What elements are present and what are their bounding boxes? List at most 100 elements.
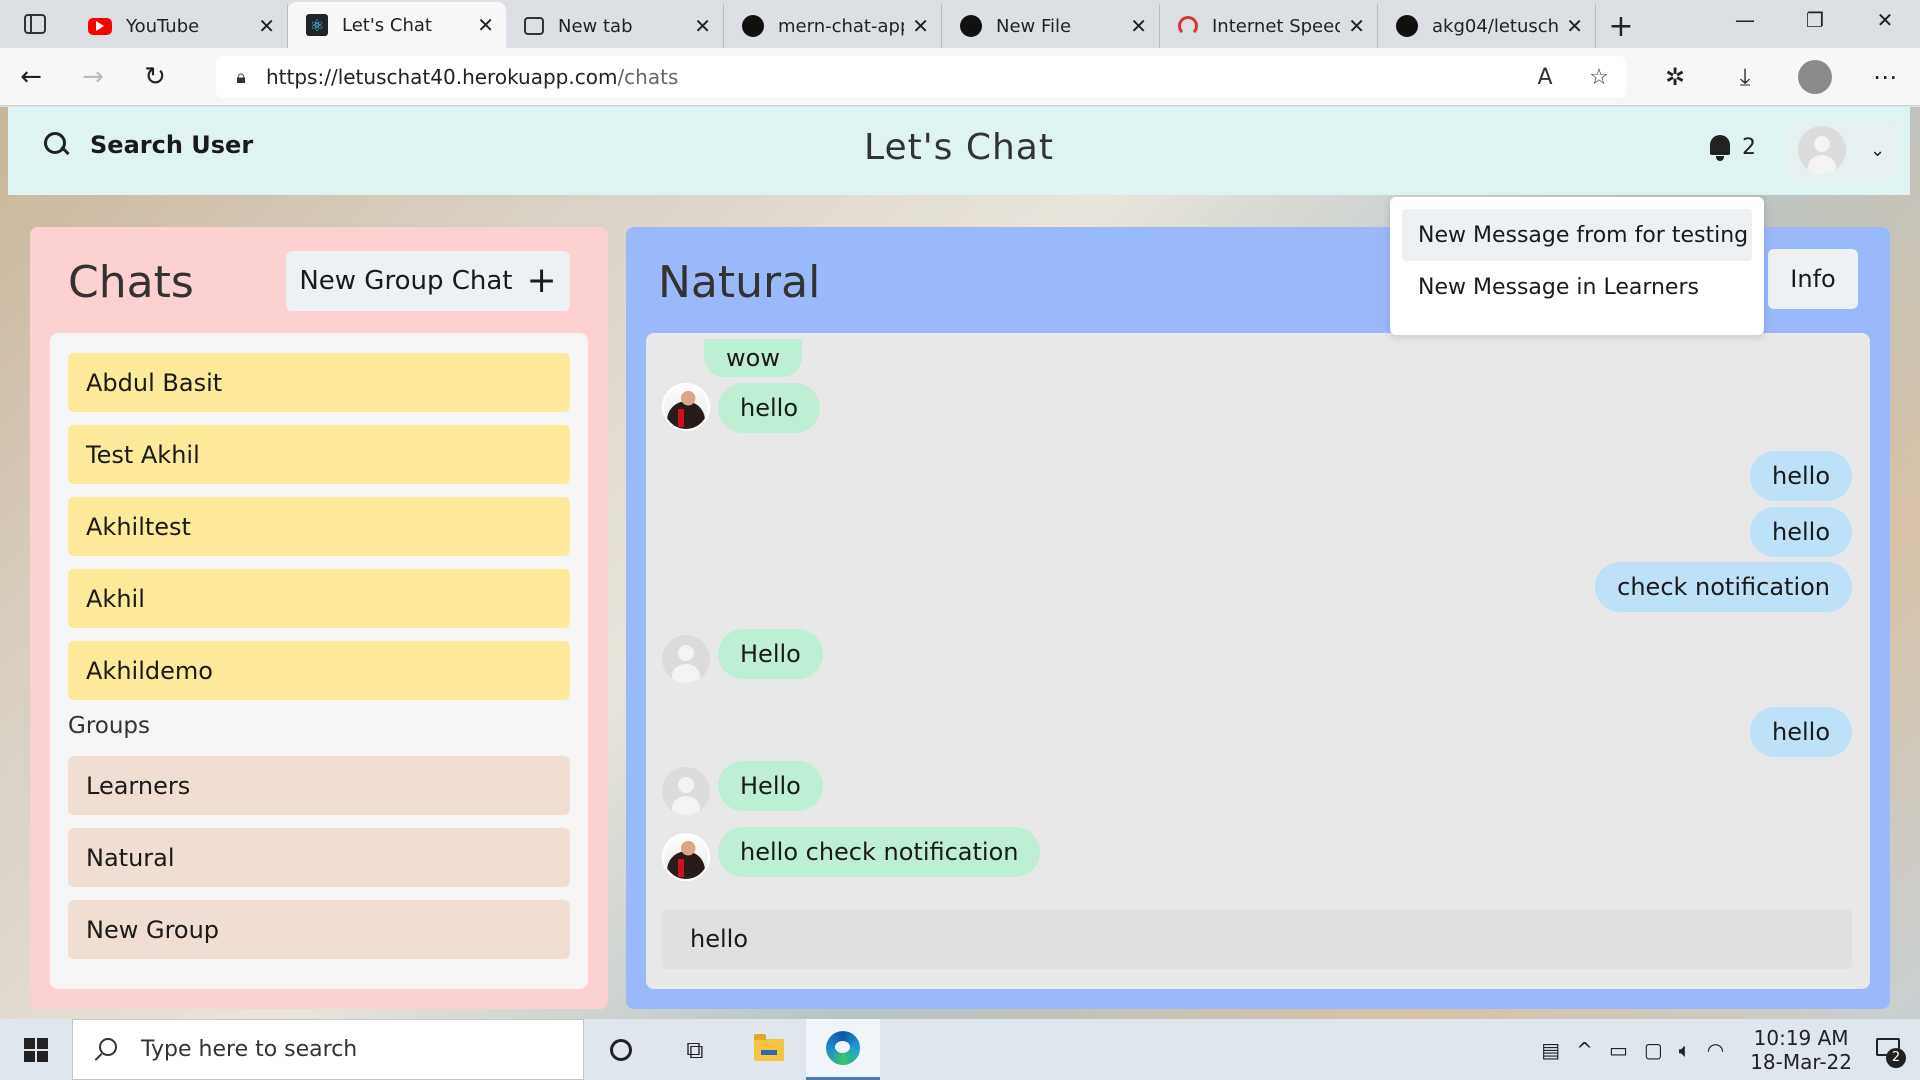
tab-new-file[interactable]: New File ✕ bbox=[942, 4, 1160, 48]
forward-button[interactable]: → bbox=[62, 48, 124, 106]
message-bubble-incoming: hello bbox=[718, 383, 820, 433]
back-button[interactable]: ← bbox=[0, 48, 62, 106]
edge-button[interactable] bbox=[806, 1019, 880, 1080]
tab-akg04-repo[interactable]: akg04/letuscha ✕ bbox=[1378, 4, 1596, 48]
url-text[interactable]: https://letuschat40.herokuapp.com/chats bbox=[266, 65, 1518, 89]
close-icon[interactable]: ✕ bbox=[1566, 14, 1583, 38]
github-icon bbox=[1396, 15, 1418, 37]
tab-mern-chat-app[interactable]: mern-chat-app ✕ bbox=[724, 4, 942, 48]
meet-now-icon[interactable]: ▢ bbox=[1636, 1038, 1671, 1062]
tab-title: akg04/letuscha bbox=[1432, 15, 1559, 37]
task-view-button[interactable]: ⧉ bbox=[658, 1019, 732, 1080]
tab-title: YouTube bbox=[126, 15, 200, 37]
chat-item-group[interactable]: Learners bbox=[68, 756, 570, 815]
tab-title: Let's Chat bbox=[342, 14, 432, 36]
chat-item-user[interactable]: Akhiltest bbox=[68, 497, 570, 556]
message-bubble-outgoing: hello bbox=[1750, 451, 1852, 501]
chat-item-user[interactable]: Abdul Basit bbox=[68, 353, 570, 412]
new-tab-button[interactable]: + bbox=[1596, 4, 1646, 48]
chat-list[interactable]: Abdul Basit Test Akhil Akhiltest Akhil A… bbox=[50, 333, 588, 989]
more-menu-icon[interactable]: ⋯ bbox=[1850, 63, 1920, 91]
sender-avatar[interactable] bbox=[662, 383, 710, 431]
tab-internet-speed[interactable]: Internet Speed ✕ bbox=[1160, 4, 1378, 48]
message-bubble-outgoing: check notification bbox=[1595, 562, 1852, 612]
speedtest-icon bbox=[1178, 16, 1198, 36]
tab-title: New File bbox=[996, 15, 1072, 37]
close-window-icon[interactable]: ✕ bbox=[1850, 0, 1920, 40]
chat-item-user[interactable]: Akhil bbox=[68, 569, 570, 628]
restore-icon[interactable]: ❐ bbox=[1780, 0, 1850, 40]
news-icon[interactable]: ▤ bbox=[1533, 1038, 1568, 1062]
new-group-chat-button[interactable]: New Group Chat + bbox=[286, 251, 570, 311]
new-group-chat-label: New Group Chat bbox=[299, 266, 513, 296]
profile-avatar[interactable] bbox=[1798, 60, 1832, 94]
downloads-icon[interactable]: ⤓ bbox=[1710, 63, 1780, 91]
conversation-panel: Natural Info wow hello hello hello check… bbox=[626, 227, 1890, 1009]
lock-icon[interactable]: 🔒︎ bbox=[216, 67, 266, 88]
workspaces-icon bbox=[24, 14, 46, 34]
tab-title: New tab bbox=[558, 15, 633, 37]
action-center-button[interactable]: 2 bbox=[1870, 1030, 1910, 1070]
message-input[interactable] bbox=[662, 909, 1852, 969]
message-bubble-incoming: Hello bbox=[718, 629, 823, 679]
sender-avatar[interactable] bbox=[662, 833, 710, 881]
web-page: Search User Let's Chat 2 ⌄ Chats New Gro… bbox=[0, 107, 1920, 1019]
app-title: Let's Chat bbox=[864, 127, 1054, 168]
clock[interactable]: 10:19 AM 18-Mar-22 bbox=[1732, 1026, 1870, 1074]
chat-item-user[interactable]: Test Akhil bbox=[68, 425, 570, 484]
groups-label: Groups bbox=[68, 713, 151, 739]
battery-icon[interactable]: ▭ bbox=[1601, 1038, 1636, 1062]
notifications-button[interactable]: 2 bbox=[1708, 133, 1756, 161]
chevron-up-icon[interactable]: ^ bbox=[1568, 1038, 1601, 1062]
address-bar[interactable]: 🔒︎ https://letuschat40.herokuapp.com/cha… bbox=[216, 56, 1626, 98]
minimize-icon[interactable]: — bbox=[1710, 0, 1780, 40]
notification-item[interactable]: New Message from for testing bbox=[1402, 209, 1752, 261]
tab-title: mern-chat-app bbox=[778, 15, 905, 37]
notification-count: 2 bbox=[1742, 134, 1756, 160]
system-tray: ▤ ^ ▭ ▢ 🔈︎ ◠ 10:19 AM 18-Mar-22 2 bbox=[1533, 1019, 1920, 1080]
cortana-button[interactable] bbox=[584, 1019, 658, 1080]
start-button[interactable] bbox=[0, 1019, 72, 1080]
volume-icon[interactable]: 🔈︎ bbox=[1671, 1038, 1699, 1062]
close-icon[interactable]: ✕ bbox=[258, 14, 275, 38]
search-icon bbox=[93, 1037, 117, 1062]
clock-date: 18-Mar-22 bbox=[1750, 1049, 1852, 1074]
wifi-icon[interactable]: ◠ bbox=[1699, 1038, 1732, 1062]
refresh-button[interactable]: ↻ bbox=[124, 48, 186, 106]
extensions-icon[interactable]: ✲ bbox=[1640, 63, 1710, 91]
chat-item-user[interactable]: Akhildemo bbox=[68, 641, 570, 700]
close-icon[interactable]: ✕ bbox=[1348, 14, 1365, 38]
sender-avatar[interactable] bbox=[662, 635, 710, 683]
workspaces-button[interactable] bbox=[0, 0, 70, 48]
app-header: Search User Let's Chat 2 ⌄ bbox=[8, 107, 1910, 195]
tab-youtube[interactable]: YouTube ✕ bbox=[70, 4, 288, 48]
cortana-icon bbox=[610, 1038, 632, 1061]
folder-icon bbox=[754, 1033, 784, 1061]
add-favorite-icon[interactable]: ☆ bbox=[1572, 65, 1626, 90]
chevron-down-icon: ⌄ bbox=[1870, 139, 1886, 161]
chat-item-group[interactable]: New Group bbox=[68, 900, 570, 959]
notification-badge: 2 bbox=[1886, 1047, 1906, 1068]
avatar bbox=[1798, 126, 1846, 174]
close-icon[interactable]: ✕ bbox=[912, 14, 929, 38]
chat-item-group[interactable]: Natural bbox=[68, 828, 570, 887]
sender-avatar[interactable] bbox=[662, 767, 710, 815]
github-icon bbox=[960, 15, 982, 37]
info-button[interactable]: Info bbox=[1768, 249, 1858, 309]
message-area[interactable]: wow hello hello hello check notification… bbox=[646, 333, 1870, 989]
user-menu-button[interactable]: ⌄ bbox=[1788, 121, 1898, 179]
chats-panel: Chats New Group Chat + Abdul Basit Test … bbox=[30, 227, 608, 1009]
tab-lets-chat[interactable]: ⚛ Let's Chat ✕ bbox=[288, 2, 506, 48]
windows-taskbar: Type here to search ⧉ ▤ ^ ▭ ▢ 🔈︎ ◠ 10:19… bbox=[0, 1019, 1920, 1080]
close-icon[interactable]: ✕ bbox=[694, 14, 711, 38]
toolbar-right: ✲ ⤓ ⋯ bbox=[1640, 48, 1920, 106]
read-aloud-icon[interactable]: A bbox=[1518, 65, 1572, 90]
new-tab-icon bbox=[524, 17, 544, 35]
file-explorer-button[interactable] bbox=[732, 1019, 806, 1080]
tab-new-tab[interactable]: New tab ✕ bbox=[506, 4, 724, 48]
taskbar-search-box[interactable]: Type here to search bbox=[72, 1019, 584, 1080]
close-icon[interactable]: ✕ bbox=[477, 13, 494, 37]
notification-item[interactable]: New Message in Learners bbox=[1402, 261, 1752, 313]
message-bubble-outgoing: hello bbox=[1750, 707, 1852, 757]
close-icon[interactable]: ✕ bbox=[1130, 14, 1147, 38]
